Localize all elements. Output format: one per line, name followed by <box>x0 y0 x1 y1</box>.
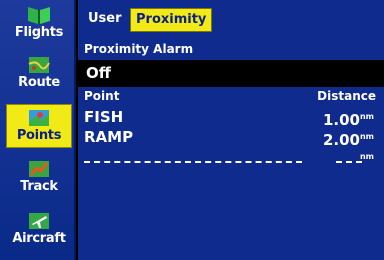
sidebar-item-track[interactable]: Track <box>6 156 72 200</box>
sidebar-item-label: Track <box>20 179 58 194</box>
content-pane: User Proximity Proximity Alarm Off Point… <box>78 0 384 260</box>
sidebar-item-aircraft[interactable]: Aircraft <box>6 208 72 252</box>
proximity-points-list: Point Distance FISH 1.00nm RAMP 2.00nm n… <box>78 87 384 260</box>
sidebar-item-route[interactable]: Route <box>6 52 72 96</box>
tab-bar: User Proximity <box>78 0 384 38</box>
sidebar-item-label: Points <box>16 128 62 143</box>
point-name: FISH <box>84 108 124 126</box>
empty-distance-placeholder <box>336 161 362 163</box>
table-row[interactable]: FISH 1.00nm <box>78 107 384 129</box>
track-icon <box>29 161 49 177</box>
column-header-point: Point <box>84 89 120 103</box>
distance-unit: nm <box>359 152 374 161</box>
sidebar-item-points[interactable]: Points <box>6 104 72 148</box>
proximity-alarm-field[interactable]: Off <box>84 62 378 84</box>
map-icon <box>28 57 50 73</box>
airplane-icon <box>29 213 49 229</box>
empty-point-placeholder <box>84 161 302 163</box>
sidebar-item-label: Route <box>18 75 60 90</box>
distance-unit: nm <box>359 112 374 121</box>
proximity-alarm-label: Proximity Alarm <box>84 42 194 56</box>
tab-proximity[interactable]: Proximity <box>130 8 213 32</box>
proximity-alarm-value: Off <box>86 64 111 82</box>
distance-unit: nm <box>359 132 374 141</box>
column-header-distance: Distance <box>317 89 376 103</box>
gps-proximity-screen: Flights Route Points Track Aircraft User… <box>0 0 384 260</box>
sidebar: Flights Route Points Track Aircraft <box>0 0 76 260</box>
sidebar-item-flights[interactable]: Flights <box>6 2 72 46</box>
table-row[interactable]: RAMP 2.00nm <box>78 127 384 149</box>
sidebar-item-label: Aircraft <box>12 231 66 246</box>
sidebar-item-label: Flights <box>14 25 64 40</box>
point-name: RAMP <box>84 128 134 146</box>
book-icon <box>28 7 50 24</box>
waypoint-icon <box>29 110 49 126</box>
tab-user[interactable]: User <box>83 8 127 30</box>
proximity-alarm-label-row: Proximity Alarm <box>78 38 384 60</box>
list-header: Point Distance <box>78 87 384 105</box>
table-row-empty[interactable]: nm <box>78 147 384 167</box>
